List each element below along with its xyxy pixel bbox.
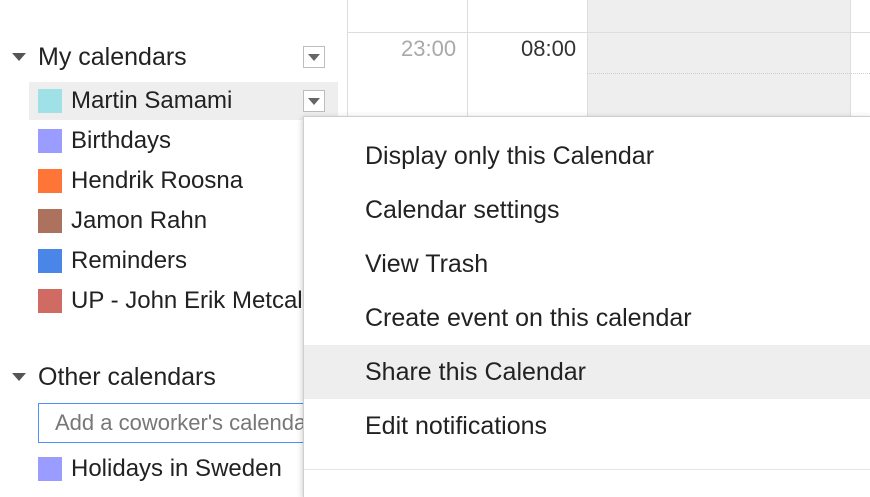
calendar-item-label: Birthdays — [71, 127, 172, 154]
calendar-color-swatch[interactable] — [38, 289, 62, 313]
chevron-down-icon — [308, 53, 320, 61]
calendar-color-swatch[interactable] — [38, 129, 62, 153]
calendar-item-label: Holidays in Sweden — [71, 455, 282, 482]
menu-item-label: Share this Calendar — [365, 357, 586, 386]
calendar-item-label: Reminders — [71, 247, 188, 274]
menu-item-label: Create event on this calendar — [365, 303, 692, 332]
menu-item-calendar-settings[interactable]: Calendar settings — [304, 183, 870, 237]
calendar-color-swatch[interactable] — [38, 249, 62, 273]
time-label-secondary: 23:00 — [401, 36, 457, 61]
calendar-item-reminders[interactable]: Reminders — [29, 242, 338, 280]
calendar-color-swatch[interactable] — [38, 209, 62, 233]
chevron-down-icon — [308, 97, 320, 105]
calendar-item-label: Jamon Rahn — [71, 207, 208, 234]
calendar-item-label: Martin Samami — [71, 87, 233, 114]
menu-item-label: View Trash — [365, 249, 489, 278]
calendar-item-holidays-in-sweden[interactable]: Holidays in Sweden — [29, 450, 338, 488]
calendar-color-swatch[interactable] — [38, 457, 62, 481]
my-calendars-title: My calendars — [38, 42, 187, 71]
calendar-color-swatch[interactable] — [38, 89, 62, 113]
calendar-item-label: UP - John Erik Metcalf — [71, 287, 310, 314]
collapse-triangle-icon[interactable] — [12, 373, 26, 381]
other-calendars-header[interactable]: Other calendars — [0, 359, 216, 395]
menu-item-share-calendar[interactable]: Share this Calendar — [304, 345, 870, 399]
menu-item-label: Display only this Calendar — [365, 141, 655, 170]
calendar-color-swatch[interactable] — [38, 169, 62, 193]
collapse-triangle-icon[interactable] — [12, 53, 26, 61]
calendar-item-jamon-rahn[interactable]: Jamon Rahn — [29, 202, 338, 240]
add-coworker-calendar-input[interactable] — [38, 403, 313, 443]
calendar-item-label: Hendrik Roosna — [71, 167, 244, 194]
calendar-item-birthdays[interactable]: Birthdays — [29, 122, 338, 160]
calendar-item-hendrik-roosna[interactable]: Hendrik Roosna — [29, 162, 338, 200]
my-calendars-header[interactable]: My calendars — [0, 39, 187, 75]
time-label-primary: 08:00 — [521, 36, 577, 61]
menu-item-view-trash[interactable]: View Trash — [304, 237, 870, 291]
calendar-item-martin-samami[interactable]: Martin Samami — [29, 82, 338, 120]
grid-hour-line — [347, 32, 870, 33]
menu-item-label: Calendar settings — [365, 195, 560, 224]
calendar-item-up-john-erik-metcalf[interactable]: UP - John Erik Metcalf — [29, 282, 338, 320]
calendar-options-dropdown-button[interactable] — [303, 90, 325, 112]
menu-item-label: Edit notifications — [365, 411, 548, 440]
calendar-context-menu: Display only this Calendar Calendar sett… — [303, 116, 870, 497]
my-calendars-dropdown-button[interactable] — [303, 46, 325, 68]
other-calendars-title: Other calendars — [38, 362, 216, 391]
menu-item-display-only[interactable]: Display only this Calendar — [304, 129, 870, 183]
grid-half-hour-line — [587, 73, 870, 74]
menu-separator — [304, 469, 870, 470]
menu-item-edit-notifications[interactable]: Edit notifications — [304, 399, 870, 453]
menu-item-create-event[interactable]: Create event on this calendar — [304, 291, 870, 345]
